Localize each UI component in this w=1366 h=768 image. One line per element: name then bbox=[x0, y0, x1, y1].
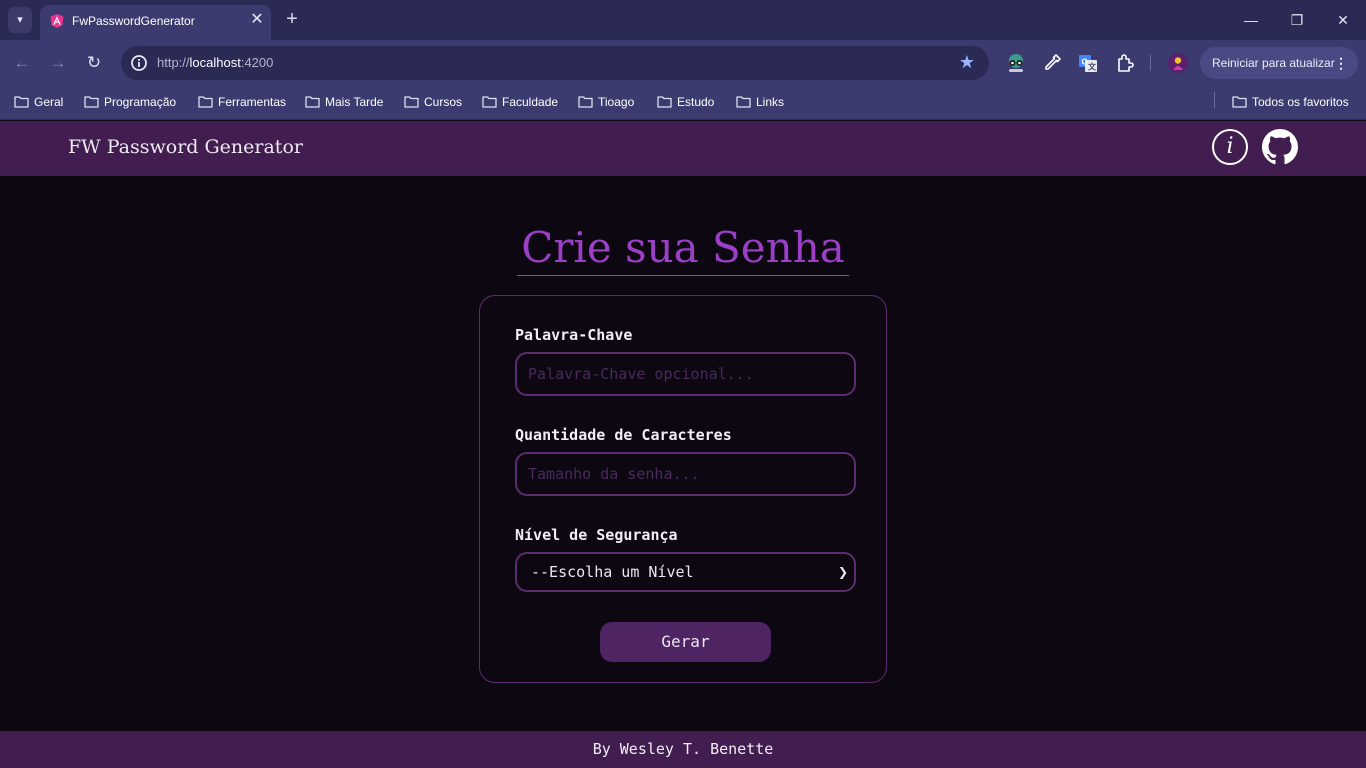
bookmark-label: Tioago bbox=[598, 95, 635, 109]
bookmark-label: Estudo bbox=[677, 95, 715, 109]
url-text[interactable]: http://localhost:4200 bbox=[157, 55, 273, 70]
bookmark-label: Faculdade bbox=[502, 95, 559, 109]
reload-icon[interactable]: ↻ bbox=[82, 51, 106, 75]
restart-label: Reiniciar para atualizar bbox=[1212, 56, 1335, 70]
security-level-selected: --Escolha um Nível bbox=[531, 563, 694, 581]
restart-to-update-button[interactable]: Reiniciar para atualizar ⋮ bbox=[1200, 47, 1358, 79]
folder-icon bbox=[305, 96, 320, 108]
bookmark-folder-programa-o[interactable]: Programação bbox=[84, 93, 176, 111]
minimize-icon[interactable]: — bbox=[1236, 8, 1266, 32]
bookmark-label: Ferramentas bbox=[218, 95, 287, 109]
all-bookmarks-label: Todos os favoritos bbox=[1252, 95, 1349, 109]
bookmarks-divider bbox=[1214, 92, 1215, 108]
bookmark-folder-ferramentas[interactable]: Ferramentas bbox=[198, 93, 286, 111]
bookmark-label: Cursos bbox=[424, 95, 463, 109]
bookmark-folder-mais-tarde[interactable]: Mais Tarde bbox=[305, 93, 383, 111]
tab-search-button[interactable]: ▾ bbox=[8, 7, 32, 33]
profile-icon[interactable] bbox=[1167, 52, 1189, 74]
keyword-input[interactable] bbox=[515, 352, 856, 396]
toolbar-divider bbox=[1150, 55, 1151, 71]
main-content: Crie sua Senha Palavra-Chave Quantidade … bbox=[0, 176, 1366, 731]
security-level-label: Nível de Segurança bbox=[515, 526, 678, 544]
folder-icon bbox=[14, 96, 29, 108]
bookmark-folder-tioago[interactable]: Tioago bbox=[578, 93, 634, 111]
svg-text:文: 文 bbox=[1088, 62, 1097, 72]
folder-icon bbox=[736, 96, 751, 108]
all-bookmarks-button[interactable]: Todos os favoritos bbox=[1232, 93, 1349, 111]
bookmark-folder-cursos[interactable]: Cursos bbox=[404, 93, 462, 111]
bookmark-folder-faculdade[interactable]: Faculdade bbox=[482, 93, 558, 111]
new-tab-button[interactable]: + bbox=[282, 8, 302, 30]
footer-credit: By Wesley T. Benette bbox=[0, 731, 1366, 768]
back-arrow-icon[interactable]: ← bbox=[10, 51, 34, 75]
address-bar[interactable]: http://localhost:4200 ★ bbox=[121, 46, 989, 80]
folder-icon bbox=[657, 96, 672, 108]
star-icon[interactable]: ★ bbox=[959, 52, 975, 73]
length-label: Quantidade de Caracteres bbox=[515, 426, 732, 444]
extensions-icon[interactable] bbox=[1113, 52, 1135, 74]
folder-icon bbox=[578, 96, 593, 108]
bookmark-label: Mais Tarde bbox=[325, 95, 384, 109]
page-heading-text: Crie sua Senha bbox=[517, 222, 849, 276]
bookmark-label: Links bbox=[756, 95, 785, 109]
folder-icon bbox=[198, 96, 213, 108]
app-title: FW Password Generator bbox=[68, 136, 303, 158]
bookmark-label: Programação bbox=[104, 95, 177, 109]
site-info-icon[interactable] bbox=[129, 53, 149, 73]
angular-favicon-icon bbox=[50, 14, 64, 28]
bookmark-folder-estudo[interactable]: Estudo bbox=[657, 93, 714, 111]
security-level-select[interactable]: --Escolha um Nível ❯ bbox=[515, 552, 856, 592]
chevron-down-icon: ❯ bbox=[837, 565, 848, 579]
tab-close-icon[interactable]: ✕ bbox=[247, 10, 267, 30]
bookmark-folder-geral[interactable]: Geral bbox=[14, 93, 63, 111]
page-heading: Crie sua Senha bbox=[0, 222, 1366, 276]
info-icon[interactable]: i bbox=[1212, 129, 1248, 165]
folder-icon bbox=[482, 96, 497, 108]
window-close-icon[interactable]: ✕ bbox=[1328, 8, 1358, 32]
more-menu-icon[interactable]: ⋮ bbox=[1334, 47, 1348, 79]
length-input[interactable] bbox=[515, 452, 856, 496]
forward-arrow-icon[interactable]: → bbox=[46, 51, 70, 75]
restore-icon[interactable]: ❐ bbox=[1282, 8, 1312, 32]
keyword-label: Palavra-Chave bbox=[515, 326, 633, 344]
browser-tab-strip: ▾ FwPasswordGenerator ✕ + — ❐ ✕ bbox=[0, 0, 1366, 40]
generate-button[interactable]: Gerar bbox=[600, 622, 771, 662]
translate-icon[interactable]: G 文 bbox=[1077, 52, 1099, 74]
active-tab[interactable]: FwPasswordGenerator ✕ bbox=[40, 5, 271, 40]
bookmark-folder-links[interactable]: Links bbox=[736, 93, 784, 111]
tab-title: FwPasswordGenerator bbox=[72, 14, 195, 28]
github-icon[interactable] bbox=[1262, 129, 1298, 165]
bookmark-label: Geral bbox=[34, 95, 64, 109]
folder-icon bbox=[404, 96, 419, 108]
svg-text:G: G bbox=[1082, 58, 1088, 67]
browser-toolbar: ← → ↻ http://localhost:4200 ★ bbox=[0, 40, 1366, 86]
eyedropper-icon[interactable] bbox=[1041, 52, 1063, 74]
app-header: FW Password Generator i bbox=[0, 121, 1366, 176]
spy-extension-icon[interactable] bbox=[1005, 52, 1027, 74]
folder-icon bbox=[1232, 96, 1247, 108]
folder-icon bbox=[84, 96, 99, 108]
password-form-card: Palavra-Chave Quantidade de Caracteres N… bbox=[479, 295, 887, 683]
